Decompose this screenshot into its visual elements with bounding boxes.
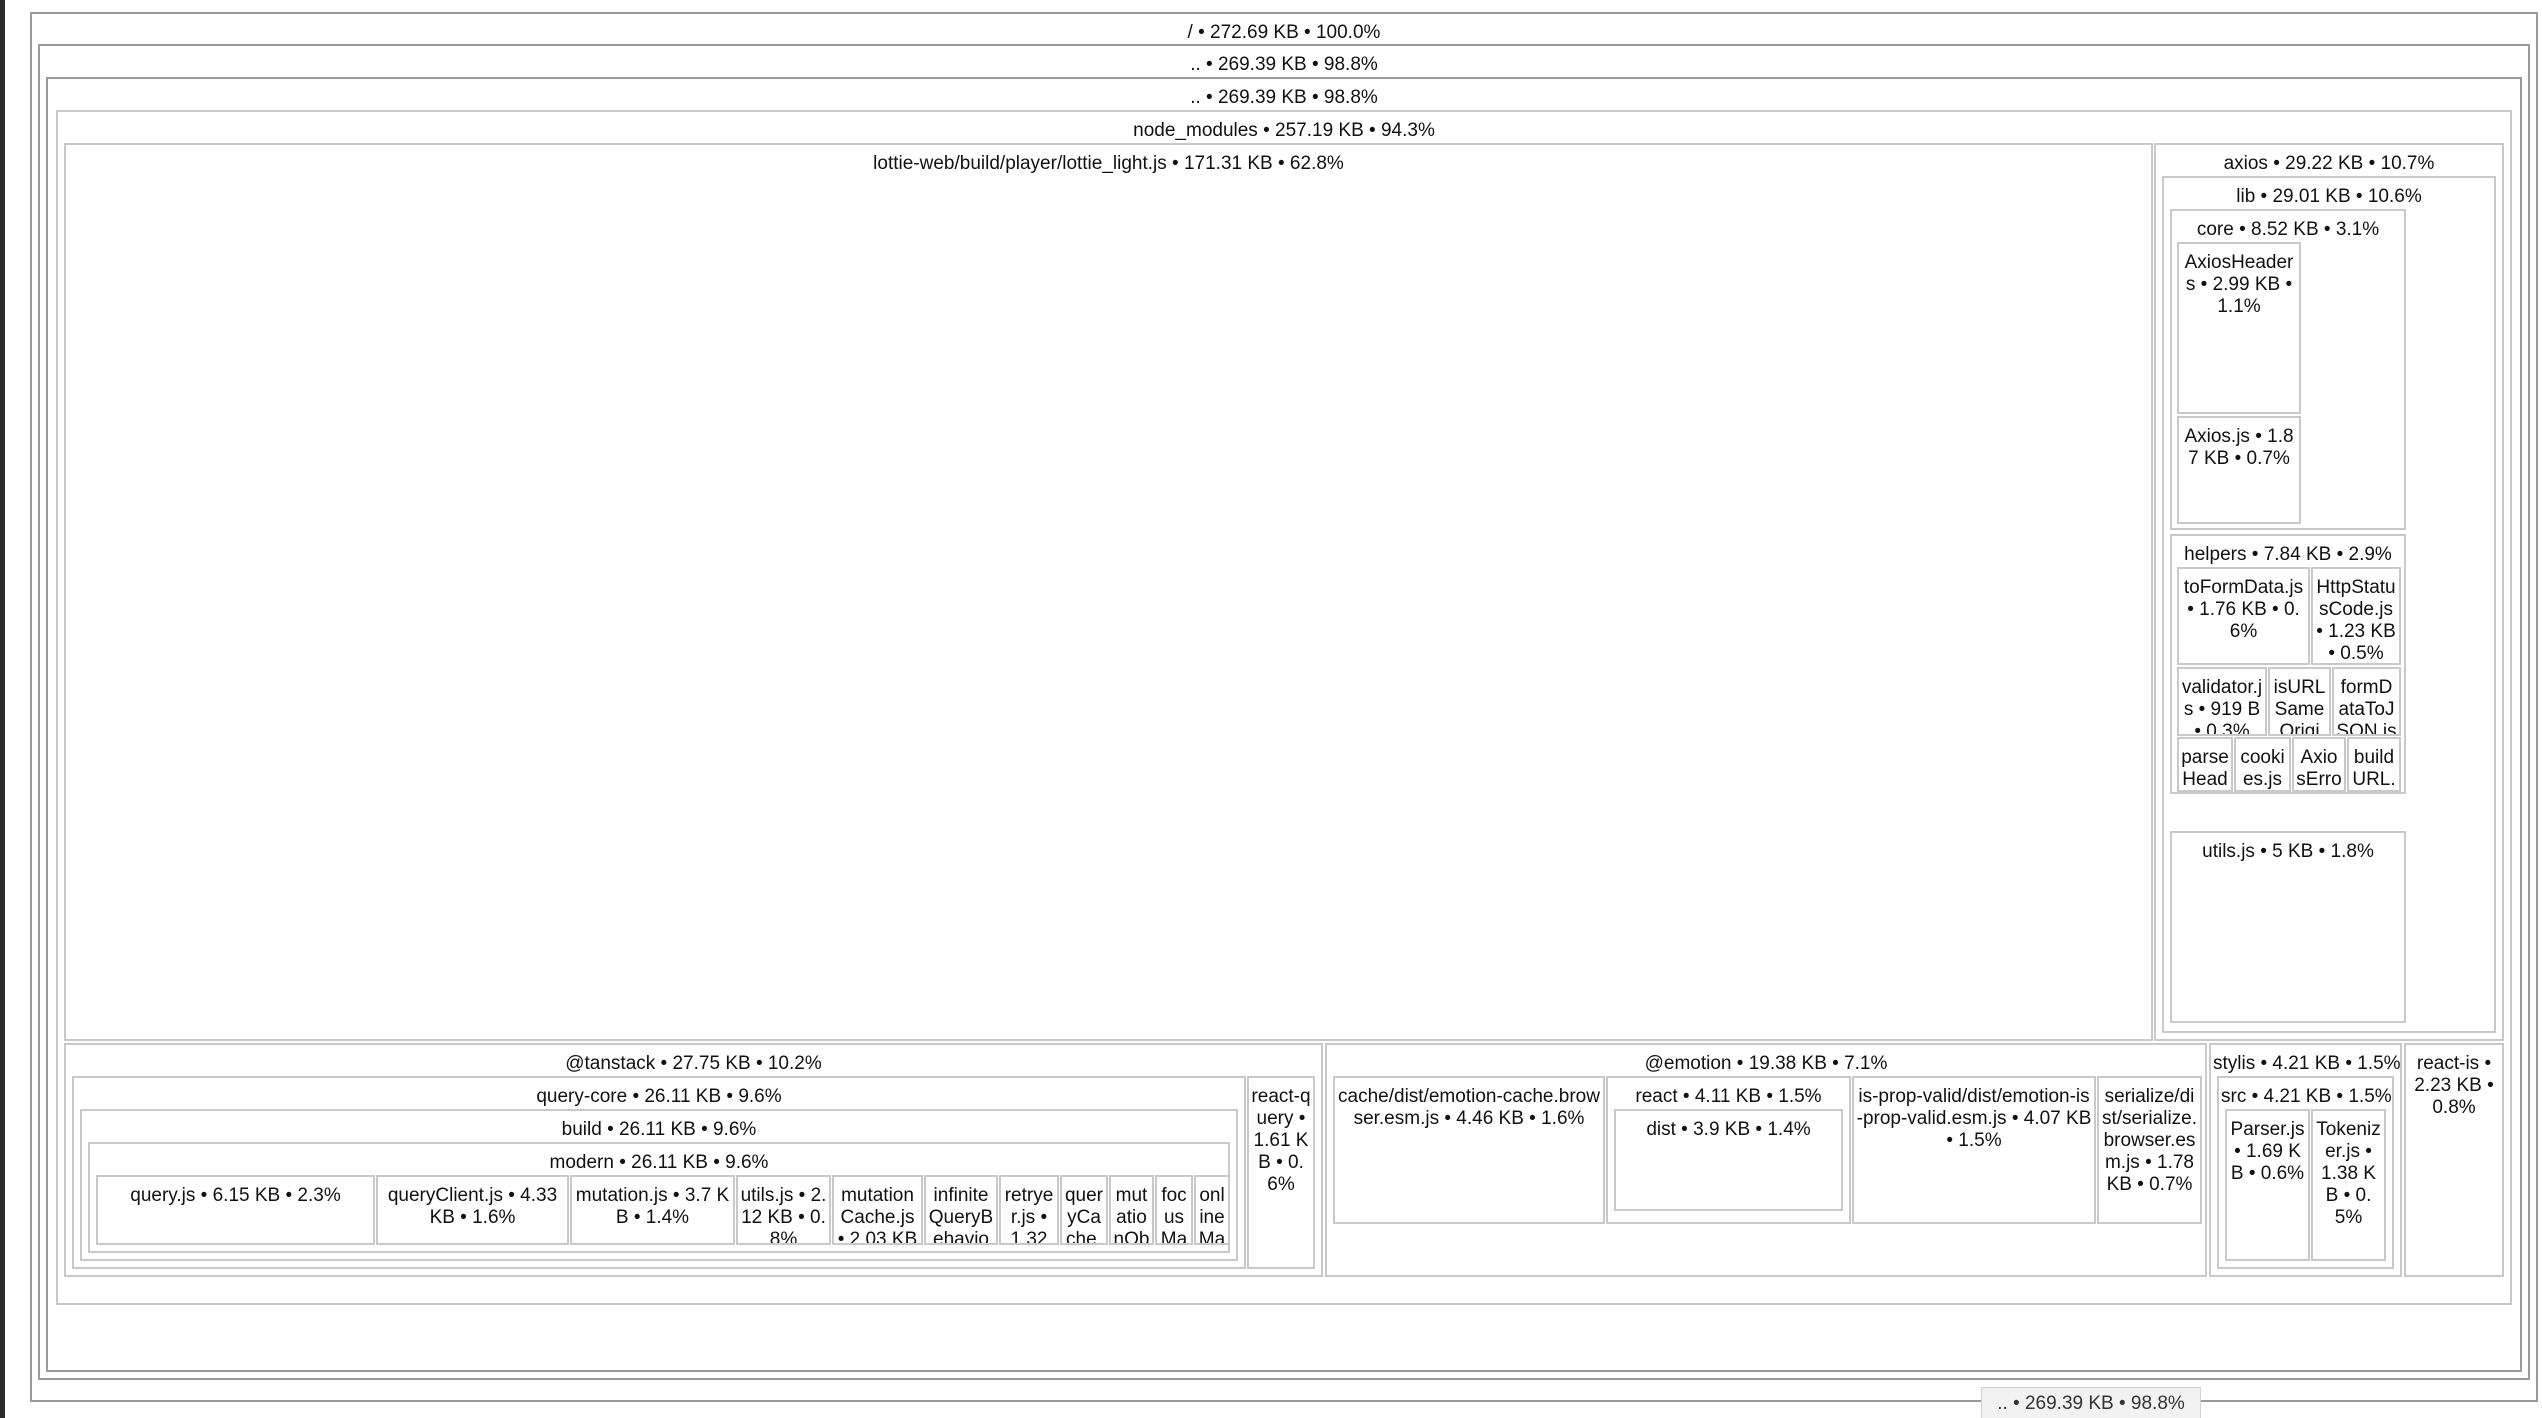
window-edge — [0, 0, 5, 1418]
node-label: src • 4.21 KB • 1.5% — [2221, 1086, 2392, 1107]
node-label: queryClient.js • 4.33 KB • 1.6% — [387, 1185, 558, 1228]
node-label: AxiosHeaders • 2.99 KB • 1.1% — [2184, 252, 2294, 317]
node-label: HttpStatusCode.js • 1.23 KB • 0.5% — [2316, 577, 2396, 664]
node-label: axios • 29.22 KB • 10.7% — [2223, 153, 2435, 174]
treemap-node-parse-headers[interactable]: parseHeaders.js • 496 B • 0.2% — [2177, 737, 2233, 792]
node-label: queryCache.js • 1.08 KB • 0.4% — [1064, 1185, 1104, 1245]
node-label: formDataToJSON.js • 611 B • 0.2% — [2336, 677, 2397, 736]
node-label: utils.js • 5 KB • 1.8% — [2202, 841, 2374, 862]
node-label: lib • 29.01 KB • 10.6% — [2236, 186, 2422, 207]
treemap-node-emotion-cache[interactable]: cache/dist/emotion-cache.browser.esm.js … — [1333, 1076, 1605, 1224]
treemap-node-mutation[interactable]: mutation.js • 3.7 KB • 1.4% — [570, 1175, 735, 1245]
node-label: dist • 3.9 KB • 1.4% — [1646, 1119, 1811, 1140]
node-label: .. • 269.39 KB • 98.8% — [1190, 54, 1378, 75]
treemap-node-validator[interactable]: validator.js • 919 B • 0.3% — [2177, 667, 2267, 736]
node-label: @tanstack • 27.75 KB • 10.2% — [565, 1053, 822, 1074]
node-label: query-core • 26.11 KB • 9.6% — [536, 1086, 782, 1107]
node-label: react-is • 2.23 KB • 0.8% — [2414, 1053, 2494, 1118]
node-label: buildURL.js • 439 B • 0.2% — [2352, 747, 2396, 790]
treemap-node-axios-utils[interactable]: utils.js • 5 KB • 1.8% — [2170, 831, 2406, 1023]
treemap-node-query-cache[interactable]: queryCache.js • 1.08 KB • 0.4% — [1060, 1175, 1108, 1245]
node-label: / • 272.69 KB • 100.0% — [1187, 22, 1381, 43]
treemap-node-axios-error[interactable]: AxiosError.js • 458 B • 0.2% — [2292, 737, 2346, 792]
treemap-node-to-form-data[interactable]: toFormData.js • 1.76 KB • 0.6% — [2177, 567, 2310, 665]
node-label: toFormData.js • 1.76 KB • 0.6% — [2183, 577, 2304, 642]
treemap-node-query-client[interactable]: queryClient.js • 4.33 KB • 1.6% — [376, 1175, 569, 1245]
treemap-node-infinite-query[interactable]: infiniteQueryBehavior.js • 1.66 KB • 0.6… — [924, 1175, 998, 1245]
node-label: is-prop-valid/dist/emotion-is-prop-valid… — [1856, 1086, 2092, 1151]
treemap-node-http-status[interactable]: HttpStatusCode.js • 1.23 KB • 0.5% — [2311, 567, 2401, 665]
treemap-node-axios-headers[interactable]: AxiosHeaders • 2.99 KB • 1.1% — [2177, 242, 2301, 414]
node-label: parseHeaders.js • 496 B • 0.2% — [2181, 747, 2229, 790]
node-label: mutationObserver.js • 1.01 KB • 0.4% — [1113, 1185, 1150, 1245]
node-label: query.js • 6.15 KB • 2.3% — [130, 1185, 341, 1206]
node-label: mutationCache.js • 2.03 KB • 0.7% — [837, 1185, 918, 1245]
node-label: stylis • 4.21 KB • 1.5% — [2213, 1053, 2401, 1074]
node-label: cookies.js • 482 B • 0.2% — [2240, 747, 2285, 790]
treemap-node-query-js[interactable]: query.js • 6.15 KB • 2.3% — [96, 1175, 375, 1245]
treemap-node-form-data-json[interactable]: formDataToJSON.js • 611 B • 0.2% — [2332, 667, 2401, 736]
node-label: react-query • 1.61 KB • 0.6% — [1251, 1086, 1311, 1195]
node-label: serialize/dist/serialize.browser.esm.js … — [2101, 1086, 2198, 1195]
node-label: core • 8.52 KB • 3.1% — [2196, 219, 2380, 240]
treemap-node-tokenizer[interactable]: Tokenizer.js • 1.38 KB • 0.5% — [2311, 1109, 2386, 1261]
node-label: mutation.js • 3.7 KB • 1.4% — [575, 1185, 730, 1228]
node-label: helpers • 7.84 KB • 2.9% — [2184, 544, 2392, 565]
treemap-node-is-url[interactable]: isURLSameOrigin.js • 650 B • 0.2% — [2268, 667, 2331, 736]
treemap-node-is-prop-valid[interactable]: is-prop-valid/dist/emotion-is-prop-valid… — [1852, 1076, 2096, 1224]
treemap-node-online-manager[interactable]: onlineManager.js • 795 B • 0.3% — [1194, 1175, 1230, 1245]
node-label: react • 4.11 KB • 1.5% — [1635, 1086, 1822, 1107]
node-label: onlineManager.js • 795 B • 0.3% — [1198, 1185, 1226, 1245]
node-label: Parser.js • 1.69 KB • 0.6% — [2230, 1119, 2305, 1184]
treemap-node-react-is[interactable]: react-is • 2.23 KB • 0.8% — [2404, 1043, 2504, 1277]
node-label: utils.js • 2.12 KB • 0.8% — [740, 1185, 827, 1245]
treemap-node-serialize[interactable]: serialize/dist/serialize.browser.esm.js … — [2097, 1076, 2202, 1224]
node-label: modern • 26.11 KB • 9.6% — [549, 1152, 769, 1173]
node-label: build • 26.11 KB • 9.6% — [561, 1119, 757, 1140]
node-label: focusManager.js • 899 B • 0.3% — [1160, 1185, 1188, 1245]
node-label: AxiosError.js • 458 B • 0.2% — [2296, 747, 2342, 790]
node-label: Tokenizer.js • 1.38 KB • 0.5% — [2316, 1119, 2381, 1228]
node-label: node_modules • 257.19 KB • 94.3% — [1133, 120, 1435, 141]
treemap-node-axios-js[interactable]: Axios.js • 1.87 KB • 0.7% — [2177, 416, 2301, 524]
node-label: validator.js • 919 B • 0.3% — [2181, 677, 2263, 736]
node-label: lottie-web/build/player/lottie_light.js … — [873, 153, 1344, 174]
hover-tooltip: .. • 269.39 KB • 98.8% — [1981, 1387, 2201, 1418]
node-label: retryer.js • 1.32 KB • 0.5% — [1004, 1185, 1054, 1245]
node-label: @emotion • 19.38 KB • 7.1% — [1644, 1053, 1888, 1074]
treemap-node-retryer[interactable]: retryer.js • 1.32 KB • 0.5% — [999, 1175, 1059, 1245]
node-label: Axios.js • 1.87 KB • 0.7% — [2184, 426, 2294, 469]
treemap-node-react-query[interactable]: react-query • 1.61 KB • 0.6% — [1247, 1076, 1315, 1269]
treemap-node-tanstack-utils[interactable]: utils.js • 2.12 KB • 0.8% — [736, 1175, 831, 1245]
node-label: infiniteQueryBehavior.js • 1.66 KB • 0.6… — [928, 1185, 994, 1245]
treemap-node-parser[interactable]: Parser.js • 1.69 KB • 0.6% — [2225, 1109, 2310, 1261]
node-label: cache/dist/emotion-cache.browser.esm.js … — [1338, 1086, 1600, 1129]
treemap-node-cookies[interactable]: cookies.js • 482 B • 0.2% — [2234, 737, 2291, 792]
node-label: .. • 269.39 KB • 98.8% — [1190, 87, 1378, 108]
treemap-node-emotion-react-dist[interactable]: dist • 3.9 KB • 1.4% — [1614, 1109, 1843, 1211]
treemap-node-build-url[interactable]: buildURL.js • 439 B • 0.2% — [2347, 737, 2401, 792]
treemap-node-lottie[interactable]: lottie-web/build/player/lottie_light.js … — [64, 143, 2153, 1041]
treemap-node-mutation-observer[interactable]: mutationObserver.js • 1.01 KB • 0.4% — [1109, 1175, 1154, 1245]
treemap-node-mutation-cache[interactable]: mutationCache.js • 2.03 KB • 0.7% — [832, 1175, 923, 1245]
node-label: isURLSameOrigin.js • 650 B • 0.2% — [2273, 677, 2326, 736]
treemap-view: / • 272.69 KB • 100.0% .. • 269.39 KB • … — [0, 0, 2542, 1418]
treemap-node-focus-manager[interactable]: focusManager.js • 899 B • 0.3% — [1155, 1175, 1193, 1245]
